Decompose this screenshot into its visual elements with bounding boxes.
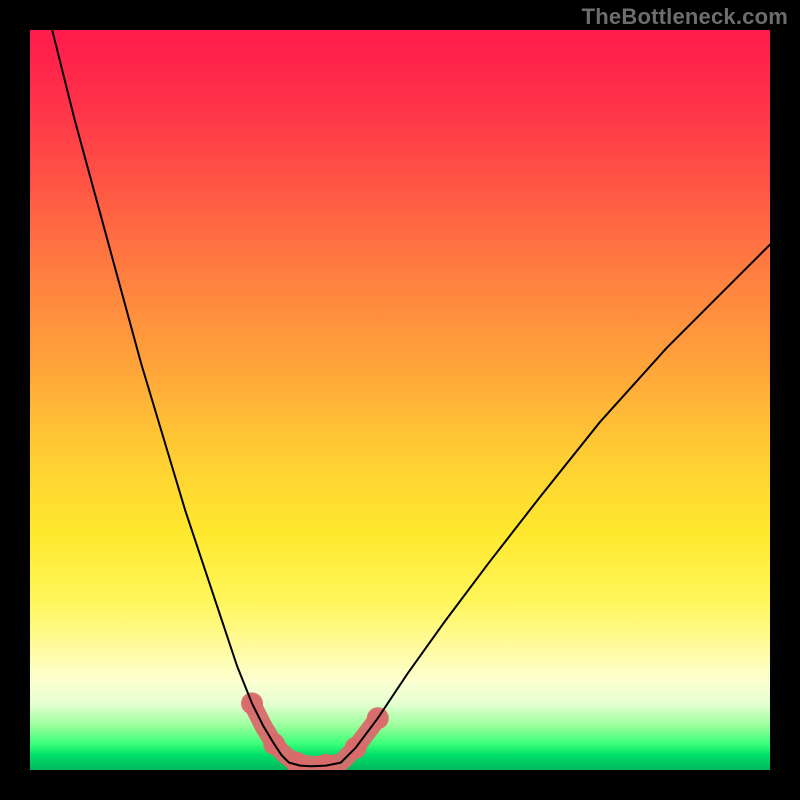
chart-frame: TheBottleneck.com xyxy=(0,0,800,800)
right-curve xyxy=(341,245,770,763)
watermark-text: TheBottleneck.com xyxy=(582,4,788,30)
plot-area xyxy=(30,30,770,770)
left-curve xyxy=(52,30,341,766)
chart-svg xyxy=(30,30,770,770)
